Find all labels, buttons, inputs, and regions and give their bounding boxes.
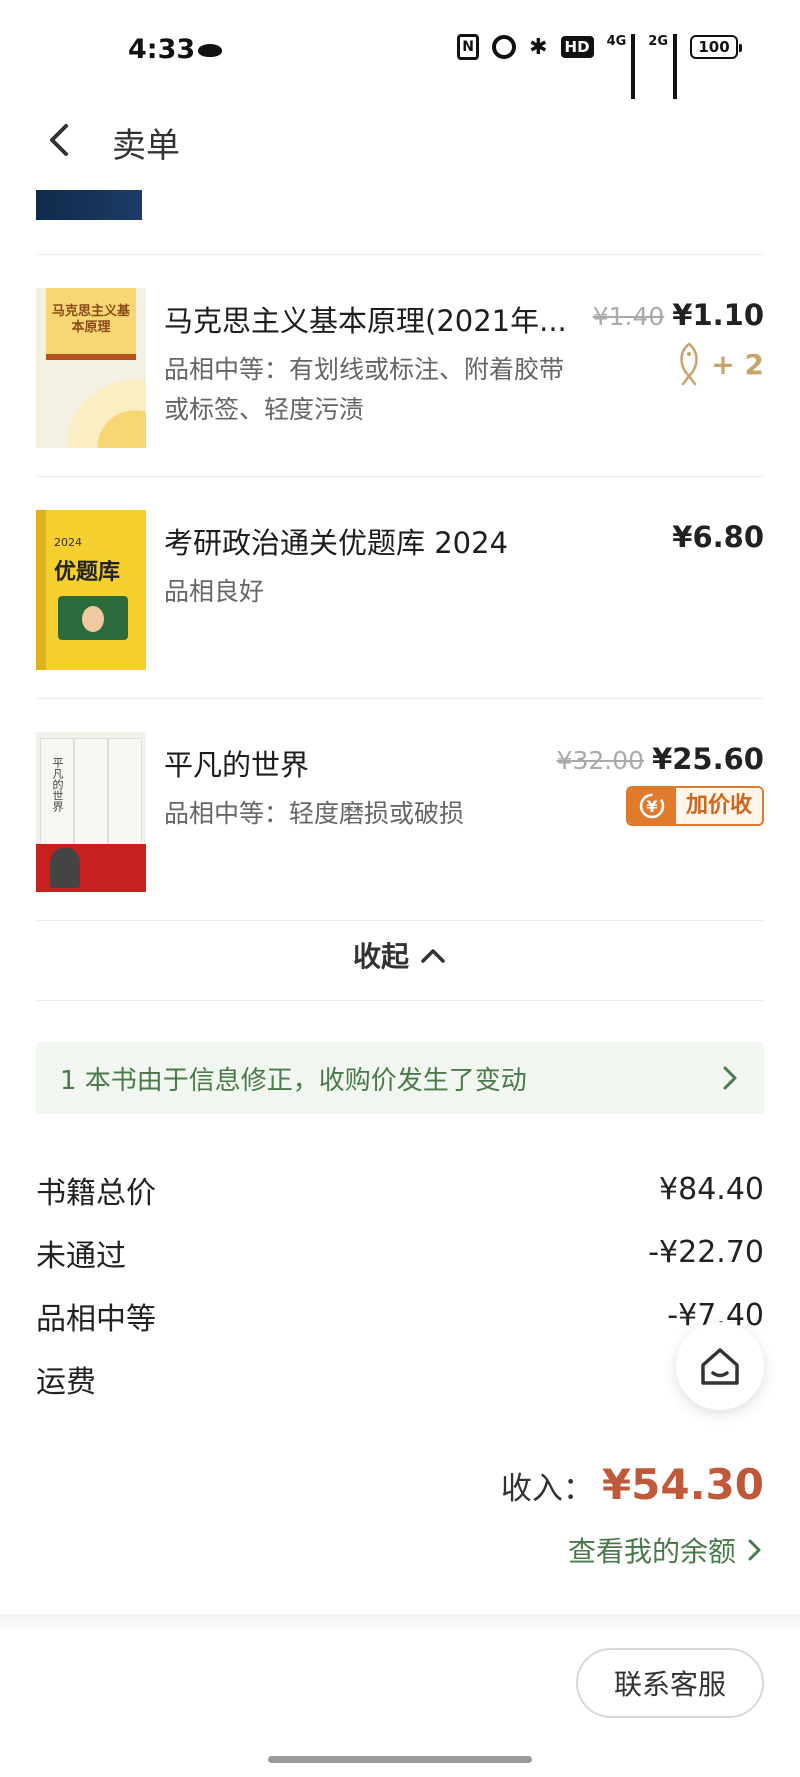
summary-label: 书籍总价 (36, 1175, 156, 1211)
bluetooth-icon: ✱ (529, 34, 548, 60)
book-cover-partial (36, 190, 142, 220)
price-new: ¥6.80 (672, 520, 764, 554)
summary-label: 运费 (36, 1364, 96, 1400)
income-total: 收入： ¥54.30 (501, 1460, 764, 1509)
balance-label: 查看我的余额 (567, 1535, 736, 1568)
fish-icon (680, 342, 699, 386)
collapse-label: 收起 (352, 940, 409, 973)
divider (36, 1000, 764, 1001)
price-summary: 书籍总价 ¥84.40 未通过 -¥22.70 品相中等 -¥7.40 运费 (36, 1158, 764, 1410)
list-item-book[interactable]: 2024 优题库 考研政治通关优题库 2024 品相良好 ¥6.80 (36, 510, 764, 690)
view-balance-link[interactable]: 查看我的余额 (568, 1530, 764, 1570)
signal-icon (631, 34, 636, 99)
battery-icon: 100 (690, 35, 742, 59)
home-button[interactable] (676, 1322, 764, 1410)
summary-label: 未通过 (36, 1238, 126, 1274)
price-box: ¥32.00 ¥25.60 (557, 742, 764, 776)
price-change-notice[interactable]: 1 本书由于信息修正，收购价发生了变动 (36, 1042, 764, 1114)
book-condition: 品相良好 (164, 577, 265, 606)
status-icons: N ✱ HD 4G 2G 100 (457, 34, 742, 99)
bonus-text: + 2 (711, 347, 764, 381)
notice-text: 1 本书由于信息修正，收购价发生了变动 (60, 1065, 527, 1096)
nfc-icon: N (457, 34, 480, 60)
summary-value: -¥22.70 (648, 1235, 764, 1270)
collapse-button[interactable]: 收起 (36, 910, 764, 1000)
chevron-up-icon (421, 949, 445, 963)
price-new: ¥25.60 (652, 742, 764, 776)
status-time: 4:33 (128, 34, 196, 65)
summary-label: 品相中等 (36, 1301, 156, 1337)
network-type-1: 4G (606, 34, 627, 49)
divider (36, 254, 764, 255)
cover-title: 优题库 (54, 560, 121, 585)
raise-price-label: 加价收 (675, 788, 762, 824)
book-cover-exam: 2024 优题库 (36, 510, 146, 670)
svg-text:¥: ¥ (646, 797, 657, 816)
summary-row: 品相中等 -¥7.40 (36, 1284, 764, 1347)
hd-icon: HD (560, 36, 594, 58)
contact-service-button[interactable]: 联系客服 (576, 1648, 764, 1718)
contact-label: 联系客服 (613, 1668, 726, 1701)
price-new: ¥1.10 (672, 298, 764, 332)
price-box: ¥1.40 ¥1.10 (593, 298, 764, 332)
page-title: 卖单 (112, 126, 180, 166)
summary-row: 未通过 -¥22.70 (36, 1221, 764, 1284)
book-title: 马克思主义基本原理(2021年... (164, 304, 567, 338)
income-label: 收入： (500, 1471, 594, 1507)
summary-value: ¥84.40 (659, 1172, 764, 1207)
book-condition: 品相中等：轻度磨损或破损 (164, 799, 465, 828)
back-button[interactable] (38, 118, 82, 162)
bonus-badge: + 2 (675, 342, 764, 386)
cover-year: 2024 (54, 536, 82, 549)
summary-row: 书籍总价 ¥84.40 (36, 1158, 764, 1221)
eye-comfort-icon (198, 44, 222, 57)
alarm-icon (492, 35, 517, 59)
signal-icon-2 (673, 34, 677, 99)
home-icon (701, 1348, 739, 1385)
chevron-right-icon (723, 1066, 737, 1090)
raise-price-badge: ¥ 加价收 (625, 786, 764, 826)
summary-row: 运费 (36, 1347, 764, 1410)
book-title: 考研政治通关优题库 2024 (164, 526, 509, 560)
header: 卖单 (0, 100, 800, 180)
list-item-book[interactable]: 平凡的世界 平凡的世界 品相中等：轻度磨损或破损 ¥32.00 ¥25.60 ¥… (36, 732, 764, 912)
back-icon (50, 124, 68, 156)
book-cover-world: 平凡的世界 (36, 732, 146, 892)
income-value: ¥54.30 (601, 1460, 764, 1509)
price-old: ¥1.40 (592, 302, 665, 331)
book-condition: 品相中等：有划线或标注、附着胶带或标签、轻度污渍 (164, 355, 565, 424)
chevron-right-icon (748, 1539, 761, 1561)
book-title: 平凡的世界 (164, 748, 310, 782)
network-type-2: 2G (648, 34, 668, 49)
gesture-bar[interactable] (268, 1756, 532, 1763)
list-item-book[interactable]: 马克思主义基本原理 马克思主义基本原理(2021年... 品相中等：有划线或标注… (36, 288, 764, 468)
price-box: ¥6.80 (672, 520, 764, 554)
bottom-separator (0, 1614, 800, 1628)
yen-exchange-icon: ¥ (627, 788, 676, 824)
price-old: ¥32.00 (556, 746, 645, 775)
cover-title: 平凡的世界 (51, 757, 64, 812)
status-bar: 4:33 N ✱ HD 4G 2G 100 (0, 0, 800, 100)
divider (36, 698, 764, 699)
cover-title: 马克思主义基本原理 (51, 304, 130, 335)
book-cover-marx: 马克思主义基本原理 (36, 288, 146, 448)
divider (36, 476, 764, 477)
